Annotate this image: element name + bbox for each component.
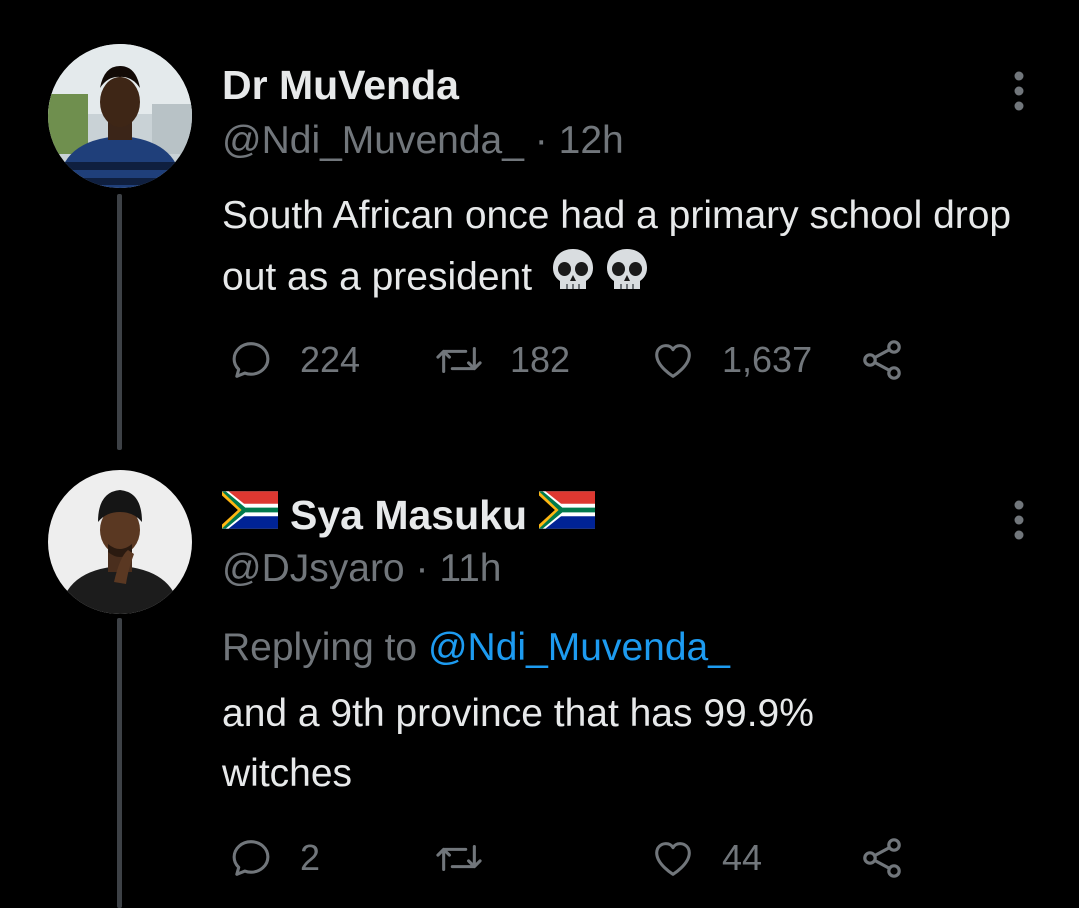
retweet-count: 182 — [510, 339, 571, 380]
reply-count: 2 — [300, 837, 321, 878]
reply-button[interactable]: 2 — [228, 833, 320, 883]
display-name[interactable]: Sya Masuku — [222, 490, 595, 540]
share-button[interactable] — [858, 335, 906, 385]
avatar[interactable] — [48, 470, 192, 614]
retweet-icon — [436, 844, 482, 872]
separator: · — [415, 547, 429, 590]
share-icon — [863, 838, 901, 878]
display-name-text[interactable]: Sya Masuku — [290, 492, 527, 539]
separator: · — [534, 119, 548, 162]
reply-button[interactable]: 224 — [228, 335, 360, 385]
heart-icon — [655, 344, 691, 378]
handle[interactable]: @Ndi_Muvenda_ — [222, 119, 524, 162]
south-africa-flag-icon — [539, 490, 595, 540]
timestamp[interactable]: 12h — [559, 119, 624, 162]
handle[interactable]: @DJsyaro — [222, 547, 405, 590]
more-options-icon[interactable] — [1004, 495, 1034, 545]
tweet-original[interactable]: Dr MuVenda @Ndi_Muvenda_ · 12h South Afr… — [0, 0, 1079, 450]
tweet-text: and a 9th province that has 99.9% witche… — [222, 684, 942, 804]
handle-row: @Ndi_Muvenda_ · 12h — [222, 119, 624, 163]
more-options-icon[interactable] — [1004, 66, 1034, 116]
retweet-button[interactable] — [434, 833, 510, 883]
reply-icon — [232, 342, 270, 378]
replying-to-mention[interactable]: @Ndi_Muvenda_ — [428, 626, 730, 669]
display-name-text[interactable]: Dr MuVenda — [222, 62, 459, 109]
handle-row: @DJsyaro · 11h — [222, 547, 502, 591]
share-button[interactable] — [858, 833, 906, 883]
thread-line — [117, 618, 122, 908]
south-africa-flag-icon — [222, 490, 278, 540]
like-count: 1,637 — [722, 339, 813, 380]
tweet-text: South African once had a primary school … — [222, 186, 1052, 312]
tweet-reply[interactable]: Sya Masuku @DJsyaro · 11h Replying to @N… — [0, 450, 1079, 908]
retweet-button[interactable]: 182 — [434, 335, 570, 385]
reply-icon — [232, 840, 270, 876]
tweet-text-content: and a 9th province that has 99.9% witche… — [222, 692, 814, 795]
reply-count: 224 — [300, 339, 361, 380]
retweet-icon — [436, 346, 482, 374]
heart-icon — [655, 842, 691, 876]
replying-to-label: Replying to — [222, 626, 418, 669]
like-count: 44 — [722, 837, 763, 878]
skull-icon — [603, 246, 651, 312]
display-name[interactable]: Dr MuVenda — [222, 62, 459, 109]
skull-icon — [549, 246, 597, 312]
timestamp[interactable]: 11h — [439, 547, 501, 590]
replying-to: Replying to @Ndi_Muvenda_ — [222, 626, 730, 670]
thread-line — [117, 194, 122, 450]
like-button[interactable]: 1,637 — [650, 335, 812, 385]
share-icon — [863, 340, 901, 380]
avatar[interactable] — [48, 44, 192, 188]
like-button[interactable]: 44 — [650, 833, 762, 883]
